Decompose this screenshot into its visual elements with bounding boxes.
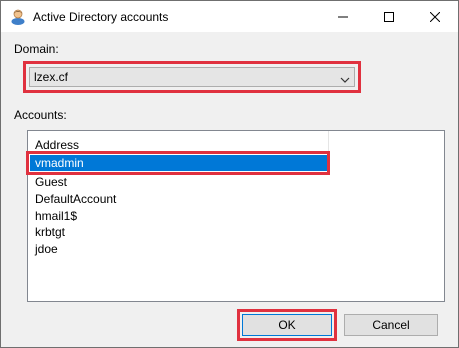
list-item[interactable]: Guest bbox=[30, 174, 328, 190]
close-icon bbox=[430, 11, 440, 22]
list-item[interactable]: jdoe bbox=[30, 241, 328, 257]
list-item[interactable]: DefaultAccount bbox=[30, 191, 328, 207]
list-item[interactable]: hmail1$ bbox=[30, 208, 328, 224]
minimize-button[interactable] bbox=[320, 1, 366, 32]
domain-value: lzex.cf bbox=[34, 70, 69, 84]
ok-button[interactable]: OK bbox=[242, 314, 332, 336]
window-title: Active Directory accounts bbox=[33, 10, 169, 24]
user-icon bbox=[10, 8, 26, 25]
close-button[interactable] bbox=[412, 1, 458, 32]
domain-label: Domain: bbox=[14, 42, 59, 56]
accounts-label: Accounts: bbox=[14, 108, 67, 122]
maximize-icon bbox=[384, 11, 394, 22]
minimize-icon bbox=[338, 12, 348, 22]
cancel-button[interactable]: Cancel bbox=[344, 314, 438, 336]
selected-account-highlight bbox=[26, 151, 330, 175]
column-header-label: Address bbox=[35, 138, 80, 152]
list-item[interactable]: krbtgt bbox=[30, 224, 328, 240]
title-bar[interactable]: Active Directory accounts bbox=[1, 1, 458, 32]
chevron-down-icon bbox=[340, 73, 350, 87]
domain-dropdown[interactable]: lzex.cf bbox=[29, 67, 355, 87]
dialog-window: Active Directory accounts Domain: lzex.c… bbox=[0, 0, 459, 348]
maximize-button[interactable] bbox=[366, 1, 412, 32]
